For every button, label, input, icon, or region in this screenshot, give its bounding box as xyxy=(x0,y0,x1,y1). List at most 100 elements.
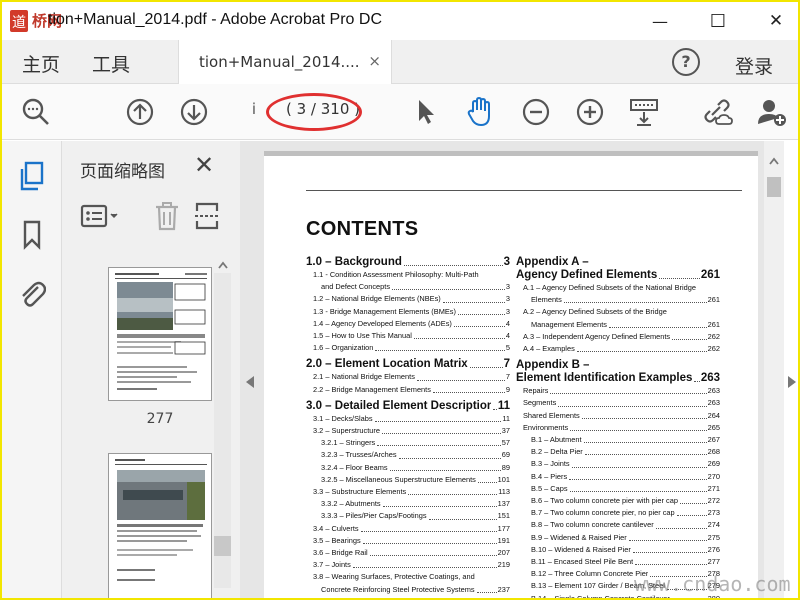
document-scroll-thumb[interactable] xyxy=(767,177,781,197)
toc-entry[interactable]: Elements 261 xyxy=(516,294,720,306)
toc-leader-dots xyxy=(352,567,497,569)
toc-entry[interactable]: 1.1 - Condition Assessment Philosophy: M… xyxy=(306,269,510,281)
toc-entry[interactable]: A.2 – Agency Defined Subsets of the Brid… xyxy=(516,306,720,318)
add-user-button[interactable] xyxy=(756,96,788,128)
toc-entry[interactable]: 3.5 – Bearings 191 xyxy=(306,535,510,547)
thumbnail-scroll-thumb[interactable] xyxy=(214,536,231,556)
tab-document[interactable]: tion+Manual_2014.... × xyxy=(178,40,392,84)
toc-entry[interactable]: 1.4 – Agency Developed Elements (ADEs) 4 xyxy=(306,318,510,330)
toc-entry-page: 113 xyxy=(498,487,510,497)
scroll-up-icon[interactable] xyxy=(767,155,781,167)
collapse-panel-arrow-icon[interactable] xyxy=(246,376,254,388)
toc-entry[interactable]: 2.2 – Bridge Management Elements 9 xyxy=(306,384,510,396)
delete-page-button[interactable] xyxy=(154,201,180,231)
toc-entry[interactable]: B.10 – Widened & Raised Pier 276 xyxy=(516,544,720,556)
document-view[interactable]: CONTENTS 1.0 – Background 3 1.1 - Conditio… xyxy=(240,141,764,598)
toc-entry[interactable]: 1.3 - Bridge Management Elements (BMEs) 3 xyxy=(306,306,510,318)
toc-entry[interactable]: 3.2.1 – Stringers 57 xyxy=(306,437,510,449)
page-thumbnails-button[interactable] xyxy=(16,161,48,193)
toc-entry[interactable]: 3.3 – Substructure Elements 113 xyxy=(306,486,510,498)
toc-leader-dots xyxy=(679,503,707,505)
toc-entry[interactable]: 3.0 – Detailed Element Descriptions 11 xyxy=(306,400,510,413)
page-thumbnail[interactable] xyxy=(108,267,212,401)
toc-entry[interactable]: 3.6 – Bridge Rail 207 xyxy=(306,547,510,559)
toc-entry[interactable]: B.6 – Two column concrete pier with pier… xyxy=(516,495,720,507)
toc-entry[interactable]: 3.2.5 – Miscellaneous Superstructure Ele… xyxy=(306,474,510,486)
toc-entry[interactable]: 3.2.3 – Trusses/Arches 69 xyxy=(306,449,510,461)
keyboard-scroll-button[interactable] xyxy=(628,96,660,128)
toc-entry[interactable]: B.3 – Joints 269 xyxy=(516,458,720,470)
attachments-button[interactable] xyxy=(16,277,48,309)
toc-entry[interactable]: Element Identification Examples 263 xyxy=(516,372,720,385)
close-panel-icon[interactable]: ✕ xyxy=(194,151,214,179)
toc-entry[interactable]: 3.8 – Wearing Surfaces, Protective Coati… xyxy=(306,571,510,583)
toc-entry[interactable]: Segments 263 xyxy=(516,397,720,409)
maximize-button[interactable]: ☐ xyxy=(696,6,740,36)
toc-entry[interactable]: B.11 – Encased Steel Pile Bent 277 xyxy=(516,556,720,568)
toc-entry[interactable]: A.1 – Agency Defined Subsets of the Nati… xyxy=(516,282,720,294)
share-link-button[interactable] xyxy=(702,96,734,128)
tab-home[interactable]: 主页 xyxy=(22,50,60,77)
toc-entry[interactable]: 3.4 – Culverts 177 xyxy=(306,523,510,535)
toc-leader-dots xyxy=(609,326,707,328)
extract-pages-button[interactable] xyxy=(194,201,220,231)
thumbnail-options-button[interactable] xyxy=(80,201,120,231)
toc-entry[interactable]: A.3 – Independent Agency Defined Element… xyxy=(516,331,720,343)
zoom-out-button[interactable] xyxy=(520,96,552,128)
bookmarks-button[interactable] xyxy=(16,219,48,251)
toc-entry-title: Environments xyxy=(523,422,569,432)
help-button[interactable]: ? xyxy=(672,48,700,76)
toc-entry[interactable]: Shared Elements 264 xyxy=(516,410,720,422)
toc-entry[interactable]: 2.0 – Element Location Matrix 7 xyxy=(306,358,510,371)
toc-entry[interactable]: Environments 265 xyxy=(516,422,720,434)
toc-entry[interactable]: B.2 – Delta Pier 268 xyxy=(516,446,720,458)
minimize-button[interactable]: — xyxy=(638,6,682,36)
toc-entry[interactable]: 1.5 – How to Use This Manual 4 xyxy=(306,330,510,342)
toc-entry[interactable]: 3.2.4 – Floor Beams 89 xyxy=(306,462,510,474)
zoom-in-button[interactable] xyxy=(574,96,606,128)
toc-entry[interactable]: Appendix A – xyxy=(516,256,720,269)
toc-entry[interactable]: 3.3.3 – Piles/Pier Caps/Footings 151 xyxy=(306,510,510,522)
toc-entry[interactable]: 3.3.2 – Abutments 137 xyxy=(306,498,510,510)
toc-entry[interactable]: Management Elements 261 xyxy=(516,319,720,331)
scroll-up-icon[interactable] xyxy=(216,259,230,271)
toc-entry[interactable]: 1.2 – National Bridge Elements (NBEs) 3 xyxy=(306,293,510,305)
toc-entry[interactable]: A.4 – Examples 262 xyxy=(516,343,720,355)
toc-entry[interactable]: Concrete Reinforcing Steel Protective Sy… xyxy=(306,584,510,596)
previous-page-button[interactable] xyxy=(124,96,156,128)
toc-entry[interactable]: and Defect Concepts 3 xyxy=(306,281,510,293)
toc-entry[interactable]: B.9 – Widened & Raised Pier 275 xyxy=(516,532,720,544)
toc-entry-title: 3.8 – Wearing Surfaces, Protective Coati… xyxy=(313,572,475,582)
document-scrollbar[interactable] xyxy=(764,141,784,598)
close-window-button[interactable]: ✕ xyxy=(754,6,798,36)
select-tool-button[interactable] xyxy=(410,96,442,128)
toc-entry[interactable]: Repairs 263 xyxy=(516,385,720,397)
thumbnail-page-label: 277 xyxy=(146,411,174,427)
toc-entry[interactable]: B.7 – Two column concrete pier, no pier … xyxy=(516,507,720,519)
toc-entry[interactable]: 3.1 – Decks/Slabs 11 xyxy=(306,413,510,425)
toc-leader-dots xyxy=(408,494,498,496)
toc-entry[interactable]: B.4 – Piers 270 xyxy=(516,471,720,483)
toc-entry[interactable]: B.5 – Caps 271 xyxy=(516,483,720,495)
next-page-button[interactable] xyxy=(178,96,210,128)
close-tab-icon[interactable]: × xyxy=(368,52,381,70)
toc-entry[interactable]: 3.7 – Joints 219 xyxy=(306,559,510,571)
watermark: www.cndao.com xyxy=(634,572,791,596)
document-tab-title: tion+Manual_2014.... xyxy=(199,53,360,71)
toc-entry[interactable]: 2.1 – National Bridge Elements 7 xyxy=(306,371,510,383)
toc-entry[interactable]: 3.2 – Superstructure 37 xyxy=(306,425,510,437)
toc-entry[interactable]: 1.0 – Background 3 xyxy=(306,256,510,269)
toc-entry[interactable]: Agency Defined Elements 261 xyxy=(516,269,720,282)
toc-entry[interactable]: 3.9 – Approach Slabs 253 xyxy=(306,596,510,598)
login-button[interactable]: 登录 xyxy=(735,52,773,79)
toc-entry[interactable]: B.1 – Abutment 267 xyxy=(516,434,720,446)
page-thumbnail[interactable] xyxy=(108,453,212,598)
search-zoom-button[interactable] xyxy=(20,96,52,128)
toc-entry[interactable]: Appendix B – xyxy=(516,359,720,372)
toc-entry[interactable]: B.8 – Two column concrete cantilever 274 xyxy=(516,519,720,531)
toc-entry[interactable]: 1.6 – Organization 5 xyxy=(306,342,510,354)
hand-tool-button[interactable] xyxy=(464,96,496,128)
toc-entry-page: 268 xyxy=(707,447,720,457)
expand-tools-arrow-icon[interactable] xyxy=(788,376,796,388)
tab-tools[interactable]: 工具 xyxy=(92,50,130,77)
